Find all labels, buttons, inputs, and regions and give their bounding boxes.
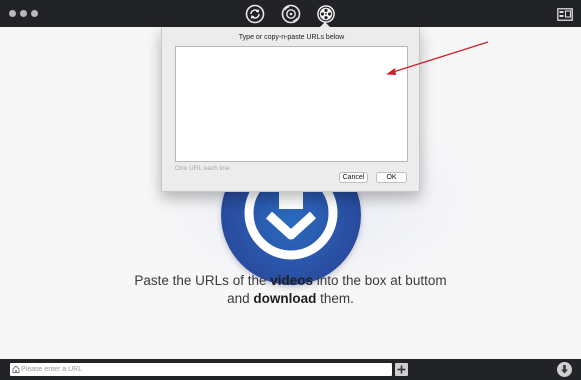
minimize-window-button[interactable] [20, 10, 27, 17]
ok-button[interactable]: OK [376, 172, 407, 183]
url-input[interactable] [10, 363, 392, 376]
url-entry-dialog: Type or copy-n-paste URLs below One URL … [161, 27, 420, 192]
plus-icon [397, 365, 406, 374]
urls-textarea[interactable] [175, 46, 408, 162]
refresh-icon [245, 4, 265, 24]
close-window-button[interactable] [9, 10, 16, 17]
add-url-button[interactable] [395, 363, 408, 376]
tab-download-reel[interactable] [316, 4, 336, 24]
dialog-title: Type or copy-n-paste URLs below [238, 34, 345, 41]
download-button[interactable] [557, 362, 572, 377]
download-reel-icon [317, 5, 335, 23]
cancel-button[interactable]: Cancel [339, 172, 368, 183]
one-url-hint: One URL each line [175, 165, 230, 172]
emphasis-videos: videos [270, 273, 313, 288]
home-icon [12, 365, 20, 373]
emphasis-download: download [253, 291, 317, 306]
zoom-window-button[interactable] [31, 10, 38, 17]
bottom-bar [0, 359, 581, 380]
title-bar [0, 0, 581, 27]
tab-film-reel[interactable] [281, 4, 301, 24]
instruction-text: Paste the URLs of the videos into the bo… [134, 273, 447, 306]
tab-refresh[interactable] [245, 4, 265, 24]
download-arrow-icon [561, 365, 568, 374]
window-layout-icon[interactable] [557, 8, 573, 21]
film-reel-icon [281, 4, 301, 24]
